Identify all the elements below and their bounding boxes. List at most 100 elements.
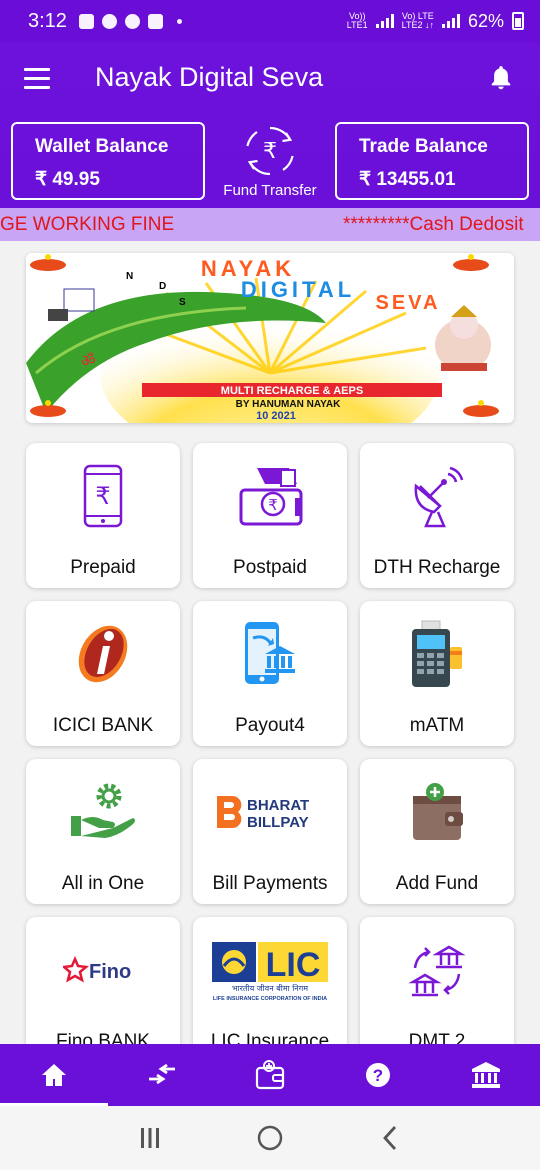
mobile-rupee-icon: ₹ [83,464,123,528]
banner-letter-s: S [179,297,186,308]
system-navigation-bar [0,1106,540,1170]
back-button[interactable] [370,1118,410,1158]
fund-transfer-button[interactable]: ₹ Fund Transfer [214,124,326,199]
service-tile-lic[interactable]: LIC भारतीय जीवन बीमा निगम LIFE INSURANCE… [193,917,347,1062]
home-circle-icon [257,1125,283,1151]
service-label: Postpaid [233,557,307,578]
nav-wallet[interactable] [216,1044,324,1106]
more-notifications-dot [176,18,182,24]
service-tile-all-in-one[interactable]: All in One [26,759,180,904]
nav-help[interactable]: ? [324,1044,432,1106]
service-tile-postpaid[interactable]: ₹ Postpaid [193,443,347,588]
lic-logo: LIC भारतीय जीवन बीमा निगम LIFE INSURANCE… [212,942,328,1002]
banner-title-line3: SEVA [376,292,441,314]
lic-hindi-text: भारतीय जीवन बीमा निगम [232,983,308,993]
lic-text: LIC [266,946,321,984]
service-label: mATM [409,715,465,736]
service-label: Payout4 [235,715,305,736]
trade-balance-card[interactable]: Trade Balance ₹ 13455.01 [335,122,529,200]
ticker-text-1: GE WORKING FINE [0,214,175,235]
banner-artwork: N D S NAYAK DIGITAL SEVA ॐ MULTI RECHARG… [26,254,499,423]
app-title: Nayak Digital Seva [95,62,324,92]
ticker-text-2: *********Cash Dedosit [343,214,524,235]
banner-by: BY HANUMAN NAYAK [236,399,341,410]
signal1-icon [375,14,394,28]
service-label: Add Fund [395,873,479,894]
nav-home[interactable] [0,1044,108,1106]
app-header: Nayak Digital Seva Wallet Balance ₹ 49.9… [0,42,540,208]
lic-english-text: LIFE INSURANCE CORPORATION OF INDIA [213,996,327,1002]
home-icon [42,1064,66,1086]
hand-gear-icon [71,783,135,838]
banner-year: 10 2021 [256,410,296,422]
service-tile-icici[interactable]: ICICI BANK [26,601,180,746]
wallet-add-icon [413,783,463,840]
app-notification-icon [124,13,140,29]
svg-text:ॐ: ॐ [81,351,96,370]
service-label: Bill Payments [212,873,328,894]
bank-transfer-icon [408,945,466,997]
ganesha-figure [435,305,491,371]
sim1-indicator: Vo)) LTE1 [346,11,368,30]
battery-icon [512,12,524,30]
fund-transfer-label: Fund Transfer [223,182,317,199]
wallet-balance-card[interactable]: Wallet Balance ₹ 49.95 [11,122,205,200]
service-label: ICICI BANK [52,715,154,736]
trade-balance-value: ₹ 13455.01 [359,169,456,190]
service-tile-prepaid[interactable]: ₹ Prepaid [26,443,180,588]
clock: 3:12 [28,9,67,32]
svg-text:?: ? [373,1066,383,1085]
bank-icon [472,1062,500,1088]
nav-transfer[interactable] [108,1044,216,1106]
bharat-billpay-logo: BHARAT BILLPAY [217,796,309,831]
bell-icon[interactable] [488,64,514,92]
icici-logo-icon [78,625,128,683]
service-tile-matm[interactable]: mATM [360,601,514,746]
hamburger-menu-icon[interactable] [24,68,50,90]
banner-tagline: MULTI RECHARGE & AEPS [221,385,363,397]
banner-letter-d: D [159,281,166,292]
service-tile-dth[interactable]: DTH Recharge [360,443,514,588]
service-tile-payout4[interactable]: Payout4 [193,601,347,746]
status-bar: 3:12 Vo)) LTE1 Vo) LTE LTE2 ↓↑ 62% [0,0,540,42]
battery-percent: 62% [467,10,504,31]
card-terminal-icon [412,620,462,687]
bottom-navigation: ? [0,1044,540,1106]
instagram-icon [147,13,163,29]
service-tile-fino[interactable]: Fino Fino BANK [26,917,180,1062]
rupee-transfer-icon: ₹ [246,126,294,176]
bharat-text: BHARAT [247,797,309,814]
news-ticker: GE WORKING FINE *********Cash Dedosit [0,208,540,241]
service-tile-add-fund[interactable]: Add Fund [360,759,514,904]
home-button[interactable] [250,1118,290,1158]
swap-arrows-icon [149,1063,175,1085]
facebook-icon [101,13,117,29]
fino-text: Fino [89,961,131,983]
banner-title-line2: DIGITAL [241,277,355,302]
service-tile-bill-payments[interactable]: BHARAT BILLPAY Bill Payments [193,759,347,904]
service-label: Prepaid [70,557,136,578]
help-icon: ? [366,1063,390,1087]
mobile-bank-icon [245,622,295,684]
trade-balance-label: Trade Balance [359,136,488,157]
recent-apps-button[interactable] [130,1118,170,1158]
satellite-dish-icon [414,466,464,528]
sim2-indicator: Vo) LTE LTE2 ↓↑ [401,11,434,30]
billpay-text: BILLPAY [247,814,309,831]
wallet-balance-value: ₹ 49.95 [35,169,100,190]
wallet-icon [255,1060,285,1090]
message-icon [78,13,94,29]
fino-logo: Fino [63,955,131,983]
banner-letter-n: N [126,271,133,282]
nav-bank[interactable] [432,1044,540,1106]
signal2-icon [441,14,460,28]
svg-text:₹: ₹ [263,139,277,164]
svg-text:₹: ₹ [95,482,110,510]
wallet-balance-label: Wallet Balance [35,136,169,157]
service-label: DTH Recharge [373,557,501,578]
svg-text:₹: ₹ [268,496,278,514]
promo-banner: N D S NAYAK DIGITAL SEVA ॐ MULTI RECHARG… [26,253,514,423]
back-chevron-icon [383,1126,397,1150]
service-tile-dmt2[interactable]: DMT 2 [360,917,514,1062]
postpaid-payment-icon: ₹ [239,468,303,526]
